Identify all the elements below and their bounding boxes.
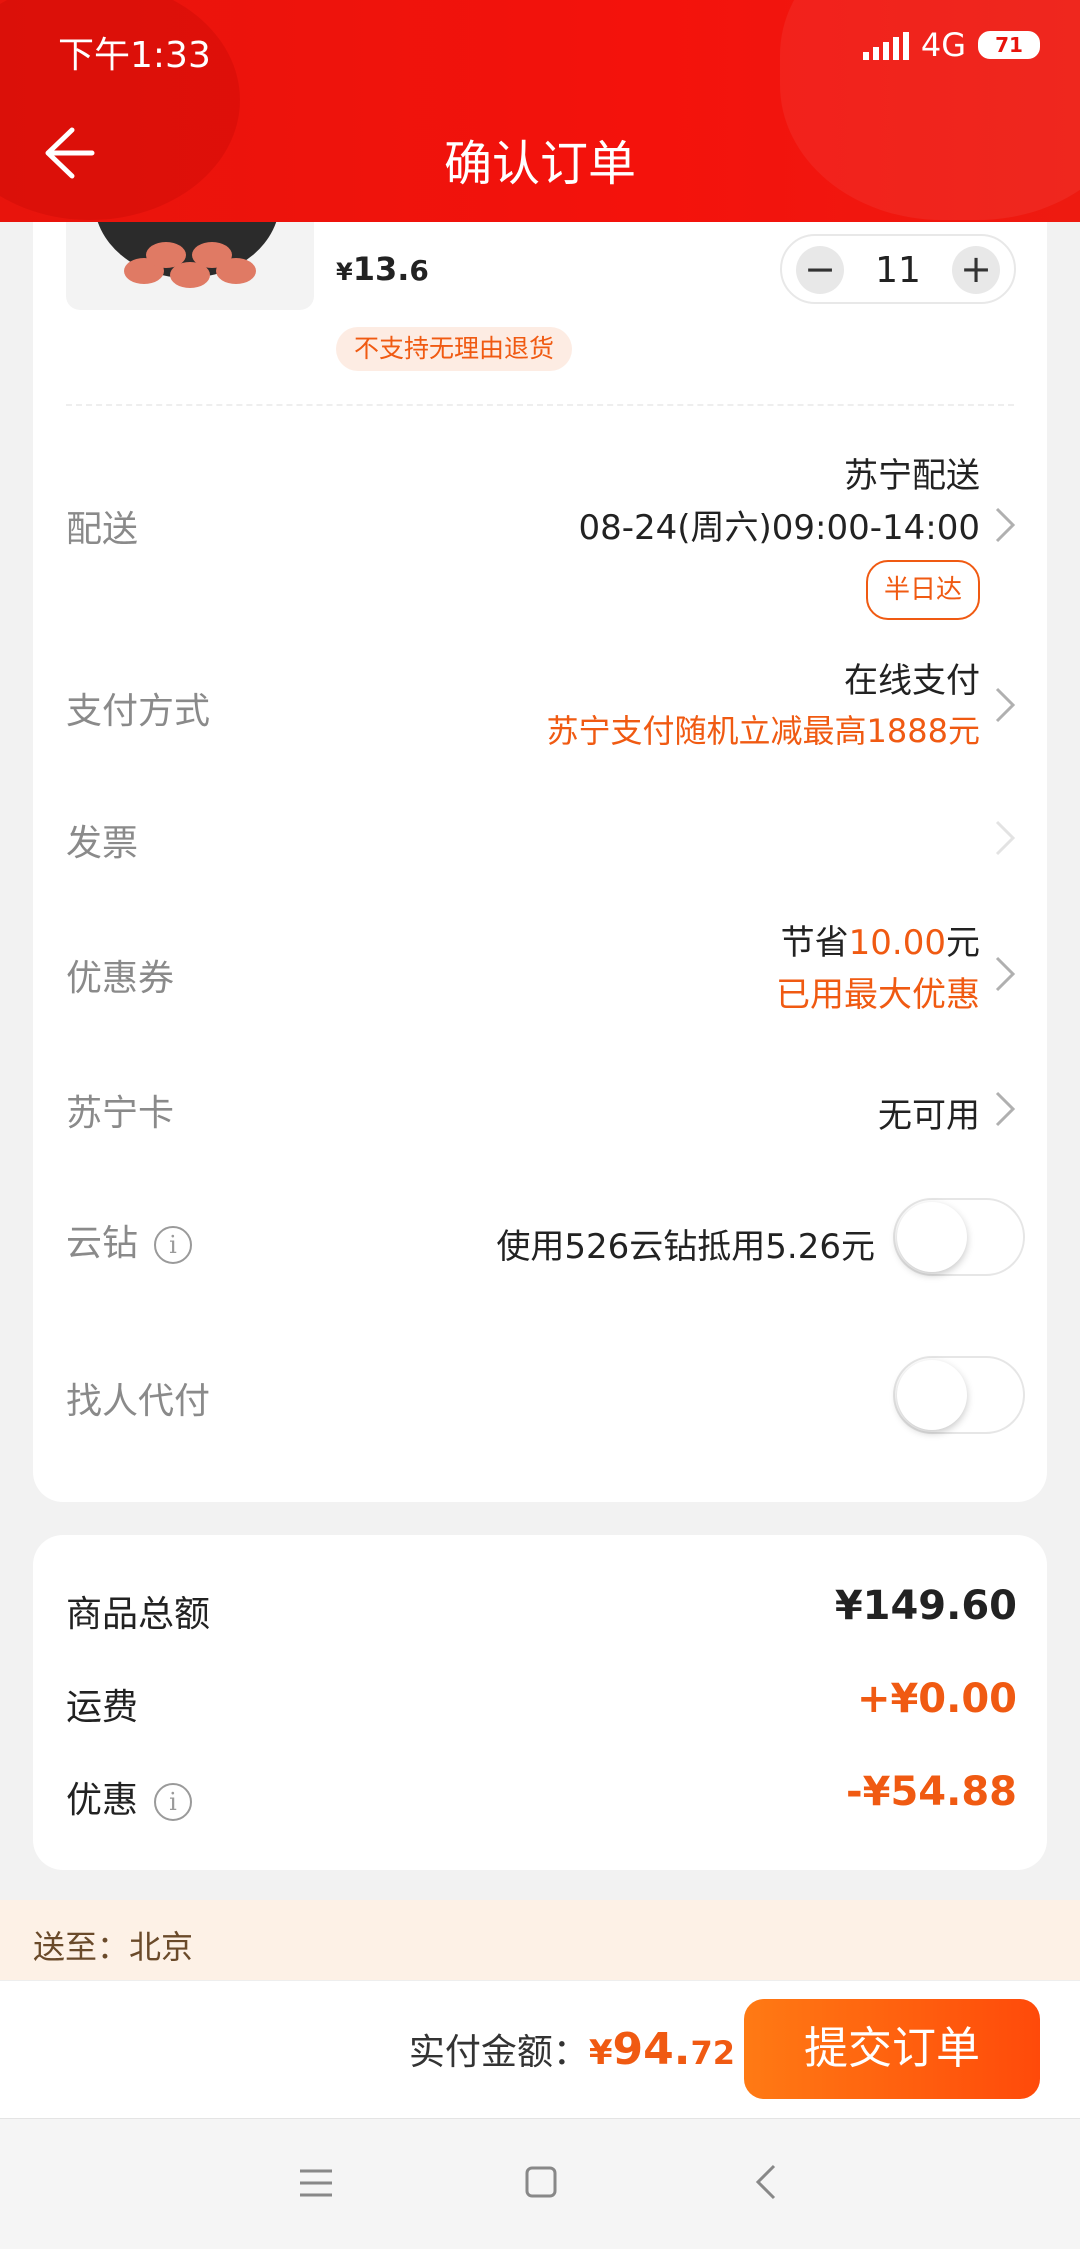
header: 下午1:33 4G 71 确认订单 <box>0 0 1080 222</box>
invoice-label: 发票 <box>66 823 139 864</box>
menu-icon[interactable] <box>298 2167 334 2199</box>
payment-method: 在线支付 <box>844 661 980 701</box>
product-price: ¥13.6 <box>336 250 429 288</box>
order-card: ¥13.6 − 11 + 不支持无理由退货 配送 苏宁配送 08-24(周六)0… <box>33 222 1047 1502</box>
quantity-value[interactable]: 11 <box>842 250 954 291</box>
discount-value: -¥54.88 <box>846 1769 1017 1815</box>
chevron-right-icon <box>995 956 1016 992</box>
payment-info: 在线支付 苏宁支付随机立减最高1888元 <box>547 652 980 752</box>
yunzuan-value: 使用526云钻抵用5.26元 <box>496 1227 875 1267</box>
status-icons: 4G 71 <box>862 26 1040 64</box>
payment-promo: 苏宁支付随机立减最高1888元 <box>546 712 980 750</box>
chevron-right-icon <box>995 820 1016 856</box>
shipping-value: +¥0.00 <box>856 1676 1017 1722</box>
coupon-status: 已用最大优惠 <box>776 975 980 1015</box>
no-return-tag: 不支持无理由退货 <box>336 327 573 371</box>
network-type: 4G <box>920 26 966 64</box>
coupon-label: 优惠券 <box>66 958 175 999</box>
goods-total-label: 商品总额 <box>66 1594 211 1635</box>
suning-card-label: 苏宁卡 <box>66 1093 175 1134</box>
divider <box>66 404 1014 406</box>
system-nav-bar <box>0 2118 1080 2249</box>
yunzuan-toggle[interactable] <box>893 1198 1025 1276</box>
address-bar[interactable]: 送至：北京 <box>0 1900 1080 1980</box>
back-nav-icon[interactable] <box>754 2163 778 2201</box>
status-time: 下午1:33 <box>58 35 211 76</box>
pay-for-me-toggle[interactable] <box>893 1356 1025 1434</box>
chevron-right-icon <box>995 687 1016 723</box>
goods-total-value: ¥149.60 <box>834 1583 1017 1629</box>
home-icon[interactable] <box>524 2165 558 2199</box>
increase-button[interactable]: + <box>952 246 1000 294</box>
delivery-time: 08-24(周六)09:00-14:00 <box>578 508 980 548</box>
half-day-badge: 半日达 <box>865 560 980 620</box>
delivery-info: 苏宁配送 08-24(周六)09:00-14:00 半日达 <box>578 450 980 620</box>
submit-order-button[interactable]: 提交订单 <box>744 1999 1040 2099</box>
signal-icon <box>862 30 909 60</box>
payment-label: 支付方式 <box>66 691 211 732</box>
yunzuan-label: 云钻 i <box>66 1214 193 1266</box>
pay-for-me-label: 找人代付 <box>66 1381 211 1422</box>
delivery-label: 配送 <box>66 509 139 550</box>
coupon-info: 节省10.00元 已用最大优惠 <box>776 917 980 1021</box>
address-text: 送至：北京 <box>33 1928 194 1966</box>
discount-label: 优惠 i <box>66 1771 193 1823</box>
chevron-right-icon <box>995 507 1016 543</box>
quantity-stepper: − 11 + <box>780 234 1016 304</box>
delivery-carrier: 苏宁配送 <box>844 456 980 496</box>
summary-card: 商品总额 ¥149.60 运费 +¥0.00 优惠 i -¥54.88 <box>33 1535 1047 1870</box>
info-icon[interactable]: i <box>154 1226 193 1264</box>
checkout-bar: 实付金额：¥94.72 提交订单 <box>0 1980 1080 2119</box>
info-icon[interactable]: i <box>154 1783 193 1821</box>
payable-amount: 实付金额：¥94.72 <box>408 2024 735 2075</box>
chevron-right-icon <box>995 1091 1016 1127</box>
coupon-amount: 10.00 <box>848 923 946 963</box>
page-title: 确认订单 <box>443 136 636 192</box>
decrease-button[interactable]: − <box>796 246 844 294</box>
product-image[interactable] <box>66 222 314 310</box>
battery-icon: 71 <box>978 31 1040 59</box>
suning-card-value: 无可用 <box>878 1096 980 1136</box>
shipping-label: 运费 <box>66 1687 139 1728</box>
